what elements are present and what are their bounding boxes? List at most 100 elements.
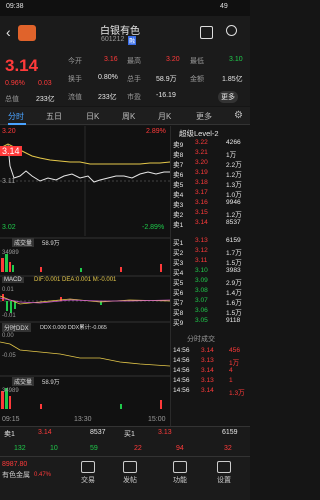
buy-row[interactable]: 买3 3.11 1.5万 bbox=[171, 256, 251, 267]
buy-volume: 9118 bbox=[226, 317, 241, 324]
volume2-label[interactable]: 成交量 bbox=[12, 377, 35, 386]
label-amount: 金额 bbox=[190, 76, 204, 83]
sell-price: 3.21 bbox=[195, 149, 208, 156]
label-low: 最低 bbox=[190, 58, 204, 65]
share-icon[interactable] bbox=[200, 26, 213, 39]
macd-header: MACD DIF:0.001 DEA:0.001 M:-0.001 bbox=[0, 276, 170, 286]
tick-time: 14:56 bbox=[173, 387, 190, 394]
label-pe: 市盈 bbox=[127, 94, 141, 101]
volume2-bars bbox=[1, 388, 162, 409]
intraday-chart[interactable]: 3.20 2.89% 3.14 3.11 3.02 -2.89% 成交量 58.… bbox=[0, 126, 170, 426]
sell-row[interactable]: 卖3 3.16 9946 bbox=[171, 198, 251, 209]
buy-price: 3.13 bbox=[195, 237, 208, 244]
tick-row: 14:56 3.14 4 bbox=[171, 366, 251, 376]
label-float-value: 流值 bbox=[68, 94, 82, 101]
volume-header: 成交量 58.9万 bbox=[0, 237, 170, 247]
tab-monthly-k[interactable]: 月K bbox=[158, 111, 171, 122]
tick-volume: 4 bbox=[229, 367, 233, 374]
count-6: 32 bbox=[224, 445, 232, 452]
function-icon bbox=[173, 461, 187, 473]
tick-row: 14:56 3.14 1.3万 bbox=[171, 386, 251, 397]
ddx-scale-bottom: -0.05 bbox=[2, 353, 16, 359]
back-icon[interactable]: ‹ bbox=[6, 24, 11, 40]
change-percent: 0.96% bbox=[5, 80, 25, 87]
count-4: 22 bbox=[134, 445, 142, 452]
sell-row[interactable]: 卖8 3.21 1万 bbox=[171, 148, 251, 159]
search-icon[interactable] bbox=[226, 25, 237, 36]
trade-button[interactable]: 交易 bbox=[70, 461, 106, 485]
tick-volume: 1 bbox=[229, 377, 233, 384]
tab-five-day[interactable]: 五日 bbox=[46, 111, 62, 122]
tab-intraday[interactable]: 分时 bbox=[8, 111, 24, 122]
more-button[interactable]: 更多 bbox=[218, 91, 238, 103]
sell-row[interactable]: 卖7 3.20 2.2万 bbox=[171, 158, 251, 169]
tick-time: 14:56 bbox=[173, 367, 190, 374]
buy-row[interactable]: 买6 3.08 1.4万 bbox=[171, 286, 251, 297]
buy-volume: 3983 bbox=[226, 267, 241, 274]
post-button[interactable]: 发帖 bbox=[112, 461, 148, 485]
ddx-label[interactable]: 分时DDX bbox=[2, 323, 31, 332]
tick-row: 14:56 3.13 1 bbox=[171, 376, 251, 386]
sell-price: 3.18 bbox=[195, 179, 208, 186]
current-price-tag: 3.14 bbox=[0, 146, 22, 156]
sell-row[interactable]: 卖1 3.14 8537 bbox=[171, 218, 251, 229]
sector-index-pct: 0.47% bbox=[34, 472, 52, 478]
post-icon bbox=[123, 461, 137, 473]
sell-row[interactable]: 卖4 3.17 1.0万 bbox=[171, 188, 251, 199]
pe-value: -16.19 bbox=[156, 92, 176, 99]
sell-price: 3.15 bbox=[195, 209, 208, 216]
tick-time: 14:56 bbox=[173, 347, 190, 354]
gear-icon bbox=[217, 461, 231, 473]
battery-level: 49 bbox=[220, 3, 228, 10]
stock-name: 白银有色 bbox=[100, 26, 140, 37]
ddx-scale-top: 0.00 bbox=[2, 333, 14, 339]
macd-values: DIF:0.001 DEA:0.001 M:-0.001 bbox=[34, 277, 117, 283]
label-high: 最高 bbox=[127, 58, 141, 65]
buy-volume: 6159 bbox=[226, 237, 241, 244]
total-value: 233亿 bbox=[36, 96, 55, 103]
tab-more[interactable]: 更多 bbox=[196, 111, 212, 122]
sell-volume: 9946 bbox=[226, 199, 241, 206]
buy-price: 3.06 bbox=[195, 307, 208, 314]
label-turnover: 换手 bbox=[68, 76, 82, 83]
ask1-price: 3.14 bbox=[38, 429, 52, 436]
settings-button[interactable]: 设置 bbox=[206, 461, 242, 485]
volume2-scale: 34989 bbox=[2, 388, 19, 394]
settings-icon[interactable]: ⚙ bbox=[234, 110, 243, 121]
volume-total: 58.9万 bbox=[42, 241, 60, 247]
label-total-value: 总值 bbox=[5, 96, 19, 103]
volume-label[interactable]: 成交量 bbox=[12, 238, 35, 247]
low-value: 3.10 bbox=[229, 56, 243, 63]
buy-row[interactable]: 买7 3.07 1.6万 bbox=[171, 296, 251, 307]
tick-title: 分时成交 bbox=[187, 336, 215, 343]
buy-row[interactable]: 买4 3.10 3983 bbox=[171, 266, 251, 277]
tick-price: 3.14 bbox=[201, 367, 214, 374]
sell-row[interactable]: 卖9 3.22 4266 bbox=[171, 138, 251, 149]
sell-row[interactable]: 卖5 3.18 1.3万 bbox=[171, 178, 251, 189]
sell-price: 3.20 bbox=[195, 159, 208, 166]
volume2-header: 成交量 58.9万 bbox=[0, 376, 170, 386]
buy-row[interactable]: 买8 3.06 1.5万 bbox=[171, 306, 251, 317]
sell-row[interactable]: 卖2 3.15 1.2万 bbox=[171, 208, 251, 219]
buy-row[interactable]: 买2 3.12 1.7万 bbox=[171, 246, 251, 257]
tab-weekly-k[interactable]: 周K bbox=[122, 111, 135, 122]
sell-row[interactable]: 卖6 3.19 1.2万 bbox=[171, 168, 251, 179]
function-button[interactable]: 功能 bbox=[162, 461, 198, 485]
buy-row[interactable]: 买1 3.13 6159 bbox=[171, 236, 251, 247]
open-value: 3.16 bbox=[104, 56, 118, 63]
quote-panel: 3.14 0.96% 0.03 总值 233亿 今开 3.16 最高 3.20 … bbox=[0, 50, 250, 106]
tab-daily-k[interactable]: 日K bbox=[86, 111, 99, 122]
sell-price: 3.16 bbox=[195, 199, 208, 206]
float-value: 233亿 bbox=[98, 94, 117, 101]
macd-label[interactable]: MACD bbox=[2, 277, 24, 283]
buy-row[interactable]: 买5 3.09 2.9万 bbox=[171, 276, 251, 287]
sell-price: 3.19 bbox=[195, 169, 208, 176]
amount-value: 1.85亿 bbox=[222, 76, 243, 83]
label-open: 今开 bbox=[68, 58, 82, 65]
buy-row[interactable]: 买9 3.05 9118 bbox=[171, 316, 251, 327]
high-value: 3.20 bbox=[166, 56, 180, 63]
turnover-value: 0.80% bbox=[98, 74, 118, 81]
count-2: 10 bbox=[50, 445, 58, 452]
macd-scale-top: 0.01 bbox=[2, 287, 14, 293]
count-1: 132 bbox=[14, 445, 26, 452]
